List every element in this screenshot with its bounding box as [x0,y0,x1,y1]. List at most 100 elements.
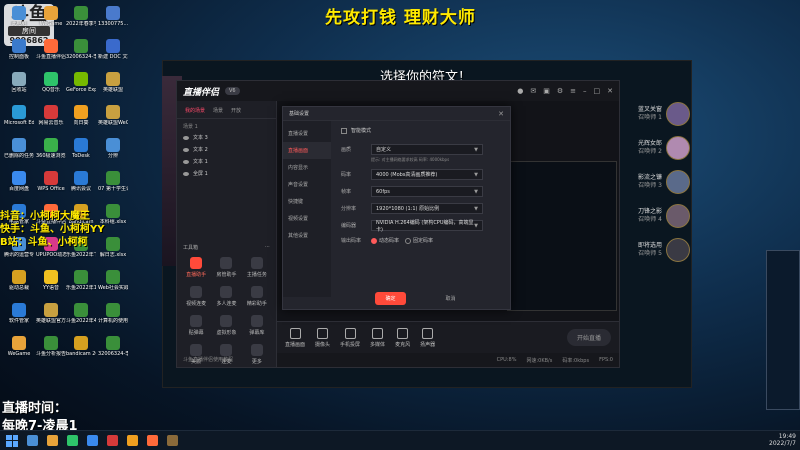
confirm-button[interactable]: 确定 [375,292,406,305]
desktop-icon[interactable]: YY语音 [36,270,66,291]
toolbar-button[interactable]: 麦克风 [395,327,410,348]
desktop-icon[interactable]: 英雄联盟官方素材 [36,303,66,324]
tools-settings-icon[interactable]: ⋯ [265,244,270,251]
tool-item[interactable]: 更多 [242,344,272,365]
desktop-icon[interactable]: 32006324-李鸿川 [66,39,96,60]
desktop-icon[interactable]: 英雄联盟 [98,72,128,93]
settings-nav-item[interactable]: 内容显示 [283,159,331,176]
checkbox-box[interactable] [341,127,347,134]
tool-item[interactable]: 主播任务 [242,257,272,278]
system-clock[interactable]: 19:49 2022/7/7 [769,433,796,447]
maximize-icon[interactable]: □ [594,87,601,95]
toolbar-button[interactable]: 摄像头 [315,327,330,348]
taskbar-app-icon[interactable] [67,435,78,446]
field-dropdown[interactable]: 60fps ▼ [371,186,483,197]
desktop-icon[interactable]: 计算机的使用管理 [98,303,128,324]
desktop-icon[interactable]: 驱动总裁 [4,270,34,291]
taskbar-app-icon[interactable] [167,435,178,446]
settings-icon[interactable]: ⚙ [557,87,563,95]
taskbar-app-icon[interactable] [127,435,138,446]
desktop-icon[interactable]: 360极速浏览器 [36,138,66,159]
taskbar-app-icon[interactable] [147,435,158,446]
field-dropdown[interactable]: NVIDIA H.264编码 (架构CPU编码，高端显卡) ▼ [371,220,483,233]
tool-item[interactable]: 房管助手 [211,257,241,278]
radio-option[interactable]: 固定码率 [405,237,433,244]
desktop-icon[interactable]: 此电脑 [4,6,34,27]
desktop-icon[interactable]: 斗鱼直播伴侣 [36,39,66,60]
desktop-icon[interactable]: 百度网盘 [4,171,34,192]
tool-item[interactable]: 弹幕库 [242,315,272,336]
desktop-icon[interactable]: 2022年春季学期 [66,6,96,27]
taskbar-app-icon[interactable] [107,435,118,446]
menu-icon[interactable]: ≡ [570,87,576,95]
desktop-icon[interactable]: 斗鱼分析报告 [36,336,66,357]
radio-dot[interactable] [371,237,377,244]
desktop-icon[interactable]: 已删除的任务 [4,138,34,159]
desktop-icon[interactable]: 腾讯会议 [66,171,96,192]
field-dropdown[interactable]: 1920*1080 (1:1) 原始比例 ▼ [371,203,483,214]
taskbar-app-icon[interactable] [87,435,98,446]
taskbar-app-icon[interactable] [47,435,58,446]
field-dropdown[interactable]: 4000 (Mobs高清画质推荐) ▼ [371,169,483,180]
eye-icon[interactable] [183,147,189,152]
desktop-icon[interactable]: 软件管家 [4,303,34,324]
start-menu-icon[interactable] [6,434,18,447]
desktop-icon[interactable]: 控制面板 [4,39,34,60]
source-item[interactable]: 文本 1 [183,158,270,165]
desktop-icon[interactable]: GeForce Experience [66,72,96,93]
desktop-icon[interactable]: WeGame [36,6,66,27]
tool-item[interactable]: 直播助手 [181,257,211,278]
toolbar-button[interactable]: 手机投屏 [340,327,360,348]
desktop-icon[interactable]: 07 第十学生课程计划 [98,171,128,192]
tutorial-link[interactable]: 斗鱼直播伴侣使用教程 [183,356,233,363]
minimize-icon[interactable]: – [583,87,587,95]
close-icon[interactable]: ✕ [498,110,504,118]
desktop-icon[interactable]: WPS Office [36,171,66,192]
desktop-icon[interactable]: 乐鱼2022年1-3月直播 [66,270,96,291]
tab-my-scenes[interactable]: 我的场景 [185,107,205,114]
settings-nav-item[interactable]: 声音设置 [283,176,331,193]
tool-item[interactable]: 贴弹幕 [181,315,211,336]
cancel-button[interactable]: 取消 [436,292,466,305]
toolbar-button[interactable]: 直播画面 [285,327,305,348]
settings-nav-item[interactable]: 直播设置 [283,125,331,142]
eye-icon[interactable] [183,159,189,164]
settings-nav-item[interactable]: 直播画面 [283,142,331,159]
close-icon[interactable]: ✕ [607,87,613,95]
desktop-icon[interactable]: 回收站 [4,72,34,93]
desktop-icon[interactable]: Microsoft Edge [4,105,34,126]
desktop-icon[interactable]: 向日葵 [66,105,96,126]
settings-nav-item[interactable]: 快捷键 [283,193,331,210]
desktop-icon[interactable]: 分辨 [98,138,128,159]
scene-header[interactable]: 场景 1 [183,123,270,130]
desktop-icon[interactable]: Web社会实践-正式版 [98,270,128,291]
tool-item[interactable]: 多人连麦 [211,286,241,307]
mail-icon[interactable]: ✉ [530,87,536,95]
desktop-icon[interactable]: bandicam 2022-06-2... [66,336,96,357]
desktop-icon[interactable]: WeGame [4,336,34,357]
radio-dot[interactable] [405,237,412,244]
tool-item[interactable]: 视频连麦 [181,286,211,307]
gift-icon[interactable]: ▣ [543,87,550,95]
start-live-button[interactable]: 开始直播 [566,329,611,346]
toolbar-button[interactable]: 多媒体 [370,327,385,348]
desktop-icon[interactable]: 13300775... [98,6,128,27]
app-version-badge[interactable]: V6 [225,87,240,95]
desktop-icon[interactable]: 网易云音乐 [36,105,66,126]
source-item[interactable]: 文本 3 [183,134,270,141]
settings-nav-item[interactable]: 视频设置 [283,210,331,227]
desktop-icon[interactable]: 新建 DOC 文档 [98,39,128,60]
toolbar-button[interactable]: 扬声器 [420,327,435,348]
tool-item[interactable]: 虚拟形象 [211,315,241,336]
desktop-icon[interactable]: 斗鱼2022年4-6月直播 [66,303,96,324]
desktop-icon[interactable]: 英雄联盟WeGame版 [98,105,128,126]
radio-option[interactable]: 动态码率 [371,237,399,244]
desktop-icon[interactable]: 32006324-李鸿川 [98,336,128,357]
tool-item[interactable]: 精彩助手 [242,286,272,307]
tab-scenes[interactable]: 场景 [213,107,223,114]
taskbar-app-icon[interactable] [27,435,38,446]
tab-open[interactable]: 开放 [231,107,241,114]
smart-mode-checkbox[interactable]: 智能模式 [341,127,500,134]
eye-icon[interactable] [183,135,189,140]
source-item[interactable]: 全屏 1 [183,170,270,177]
